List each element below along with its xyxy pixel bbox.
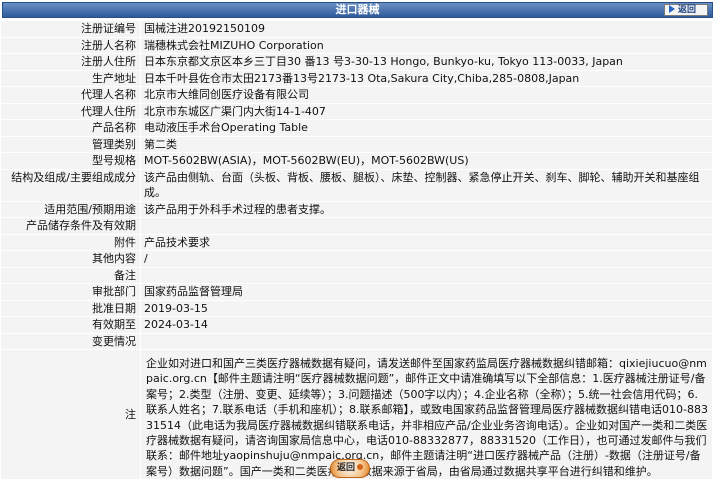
field-value: 电动液压手术台Operating Table <box>140 119 713 137</box>
table-row: 其他内容 / <box>0 250 713 268</box>
field-value: 日本东京都文京区本乡三丁目30 番13 号3-30-13 Hongo, Bunk… <box>140 53 713 71</box>
field-label: 批准日期 <box>0 299 141 317</box>
table-row: 附件 产品技术要求 <box>0 233 713 251</box>
field-label: 附件 <box>0 233 141 251</box>
field-label: 注册证编号 <box>0 20 141 38</box>
arrow-circle-icon <box>357 464 363 470</box>
table-row: 结构及组成/主要组成成分 该产品由侧轨、台面（头板、背板、腰板、腿板）、床垫、控制… <box>0 168 713 202</box>
field-label: 注册人住所 <box>0 53 141 71</box>
page-title: 进口器械 <box>335 3 380 16</box>
field-label: 产品名称 <box>0 119 141 137</box>
field-value: 瑞穗株式会社MIZUHO Corporation <box>140 36 713 54</box>
back-button-top-label: 返回 <box>678 5 697 15</box>
field-label: 变更情况 <box>0 332 141 350</box>
field-value: 第二类 <box>140 135 713 153</box>
note-text: 企业如对进口和国产三类医疗器械数据有疑问，请发送邮件至国家药监局医疗器械数据纠错… <box>140 348 713 481</box>
field-label: 代理人住所 <box>0 102 141 120</box>
field-value: 2024-03-14 <box>140 316 713 334</box>
detail-table: 注册证编号 国械注进20192150109 注册人名称 瑞穗株式会社MIZUHO Co… <box>0 20 713 481</box>
field-value: 国家药品监督管理局 <box>140 283 713 301</box>
field-label: 其他内容 <box>0 250 141 268</box>
field-value: 产品技术要求 <box>140 233 713 251</box>
field-value: 该产品用于外科手术过程的患者支撑。 <box>140 200 713 218</box>
window-edge <box>713 0 725 500</box>
field-value: 国械注进20192150109 <box>140 20 713 38</box>
arrow-right-icon <box>669 5 675 13</box>
table-row: 管理类别 第二类 <box>0 135 713 153</box>
table-row: 变更情况 <box>0 332 713 350</box>
field-label: 适用范围/预期用途 <box>0 200 141 218</box>
table-row: 注册人住所 日本东京都文京区本乡三丁目30 番13 号3-30-13 Hongo,… <box>0 53 713 71</box>
field-label: 管理类别 <box>0 135 141 153</box>
back-button-top[interactable]: 返回 <box>664 4 708 16</box>
field-value: 北京市大维同创医疗设备有限公司 <box>140 86 713 104</box>
table-row: 生产地址 日本千叶县佐仓市太田2173番13号2173-13 Ota,Sakura… <box>0 69 713 87</box>
field-label: 审批部门 <box>0 283 141 301</box>
table-row: 型号规格 MOT-5602BW(ASIA)，MOT-5602BW(EU)，MOT-… <box>0 152 713 170</box>
field-value <box>140 217 713 235</box>
field-value: 日本千叶县佐仓市太田2173番13号2173-13 Ota,Sakura Cit… <box>140 69 713 87</box>
table-row: 备注 <box>0 266 713 284</box>
field-value: MOT-5602BW(ASIA)，MOT-5602BW(EU)，MOT-5602… <box>140 152 713 170</box>
table-row: 代理人名称 北京市大维同创医疗设备有限公司 <box>0 86 713 104</box>
page-header: 进口器械 返回 <box>2 2 713 18</box>
field-label: 备注 <box>0 266 141 284</box>
field-value <box>140 266 713 284</box>
table-row: 注册人名称 瑞穗株式会社MIZUHO Corporation <box>0 36 713 54</box>
back-button-bottom-label: 返回 <box>336 463 355 473</box>
field-label: 生产地址 <box>0 69 141 87</box>
field-label: 结构及组成/主要组成成分 <box>0 168 141 202</box>
field-value: 北京市东城区广渠门内大街14-1-407 <box>140 102 713 120</box>
field-label: 型号规格 <box>0 152 141 170</box>
back-button-bottom[interactable]: 返回 <box>330 459 370 478</box>
field-label: 有效期至 <box>0 316 141 334</box>
table-row: 批准日期 2019-03-15 <box>0 299 713 317</box>
field-value: 该产品由侧轨、台面（头板、背板、腰板、腿板）、床垫、控制器、紧急停止开关、刹车、… <box>140 168 713 202</box>
table-row: 适用范围/预期用途 该产品用于外科手术过程的患者支撑。 <box>0 200 713 218</box>
table-row: 有效期至 2024-03-14 <box>0 316 713 334</box>
table-row: 审批部门 国家药品监督管理局 <box>0 283 713 301</box>
table-row: 产品储存条件及有效期 <box>0 217 713 235</box>
field-value <box>140 332 713 350</box>
field-value: / <box>140 250 713 268</box>
table-row: 产品名称 电动液压手术台Operating Table <box>0 119 713 137</box>
field-value: 2019-03-15 <box>140 299 713 317</box>
note-label: 注 <box>0 348 141 481</box>
field-label: 代理人名称 <box>0 86 141 104</box>
field-label: 注册人名称 <box>0 36 141 54</box>
table-row: 注册证编号 国械注进20192150109 <box>0 20 713 38</box>
field-label: 产品储存条件及有效期 <box>0 217 141 235</box>
table-row: 代理人住所 北京市东城区广渠门内大街14-1-407 <box>0 102 713 120</box>
